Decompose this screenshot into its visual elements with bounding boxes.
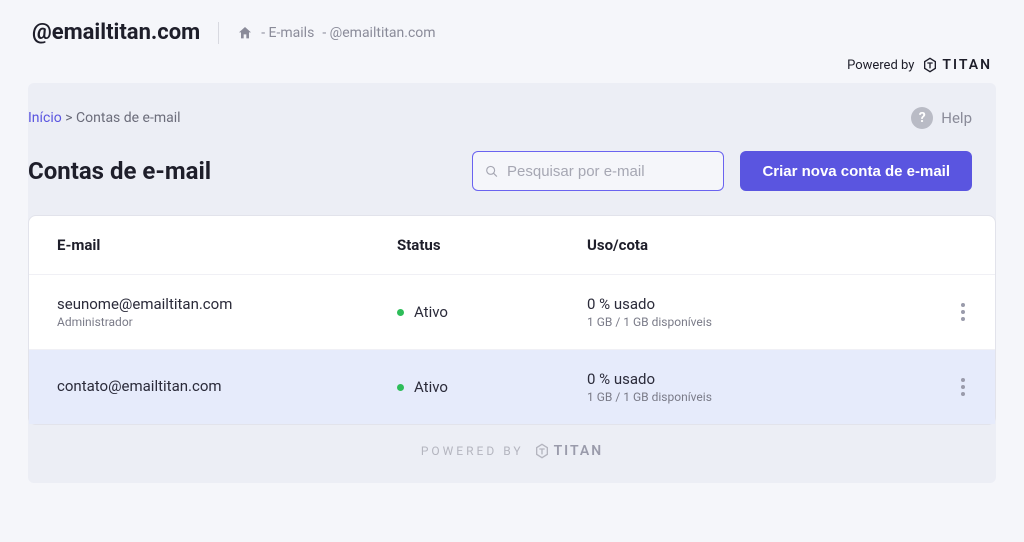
- search-input[interactable]: [507, 163, 711, 180]
- top-crumb-1: - E-mails: [261, 25, 314, 41]
- row-menu-button[interactable]: [955, 372, 967, 402]
- usage-sub: 1 GB / 1 GB disponíveis: [587, 390, 907, 404]
- create-account-button[interactable]: Criar nova conta de e-mail: [740, 151, 972, 191]
- domain-title: @emailtitan.com: [32, 20, 200, 45]
- powered-by-label: Powered by: [847, 58, 914, 73]
- help-icon: ?: [911, 107, 933, 129]
- breadcrumb-sep: >: [65, 110, 72, 126]
- usage-cell: 0 % usado 1 GB / 1 GB disponíveis: [587, 370, 907, 404]
- top-bar: @emailtitan.com - E-mails - @emailtitan.…: [0, 0, 1024, 53]
- help-label: Help: [941, 109, 972, 127]
- titan-brand-text: TITAN: [942, 57, 992, 73]
- status-dot-icon: [397, 309, 404, 316]
- powered-by-row: Powered by TITAN: [0, 53, 1024, 83]
- actions-cell: [907, 372, 967, 402]
- search-icon: [485, 164, 499, 179]
- breadcrumb-start-link[interactable]: Início: [28, 110, 62, 126]
- usage-sub: 1 GB / 1 GB disponíveis: [587, 315, 907, 329]
- status-cell: Ativo: [397, 303, 587, 321]
- home-icon: [237, 25, 253, 41]
- status-text: Ativo: [414, 303, 448, 321]
- status-cell: Ativo: [397, 378, 587, 396]
- breadcrumb-current: Contas de e-mail: [76, 110, 181, 126]
- search-box[interactable]: [472, 151, 724, 191]
- accounts-table: E-mail Status Uso/cota seunome@emailtita…: [28, 215, 996, 425]
- email-cell: seunome@emailtitan.com Administrador: [57, 295, 397, 329]
- titan-logo: TITAN: [922, 57, 992, 73]
- table-row[interactable]: seunome@emailtitan.com Administrador Ati…: [29, 275, 995, 350]
- divider: [218, 22, 219, 44]
- table-row[interactable]: contato@emailtitan.com Ativo 0 % usado 1…: [29, 350, 995, 424]
- title-row: Contas de e-mail Criar nova conta de e-m…: [28, 137, 996, 215]
- usage-main: 0 % usado: [587, 295, 907, 313]
- status-text: Ativo: [414, 378, 448, 396]
- email-address: contato@emailtitan.com: [57, 377, 397, 395]
- titan-mark-icon: [534, 443, 550, 459]
- help-button[interactable]: ? Help: [911, 107, 972, 129]
- actions-cell: [907, 297, 967, 327]
- table-header: E-mail Status Uso/cota: [29, 216, 995, 275]
- email-cell: contato@emailtitan.com: [57, 377, 397, 397]
- footer-titan-logo: TITAN: [534, 443, 604, 459]
- footer-powered-by: POWERED BY: [421, 444, 524, 458]
- panel-head: Início > Contas de e-mail ? Help: [28, 107, 996, 137]
- usage-main: 0 % usado: [587, 370, 907, 388]
- row-menu-button[interactable]: [955, 297, 967, 327]
- top-crumb-2: - @emailtitan.com: [322, 25, 435, 41]
- footer-brand-text: TITAN: [554, 443, 604, 459]
- col-status: Status: [397, 236, 587, 254]
- email-address: seunome@emailtitan.com: [57, 295, 397, 313]
- col-usage: Uso/cota: [587, 236, 907, 254]
- main-panel: Início > Contas de e-mail ? Help Contas …: [28, 83, 996, 483]
- email-role: Administrador: [57, 315, 397, 329]
- titan-mark-icon: [922, 57, 938, 73]
- page-title: Contas de e-mail: [28, 157, 456, 185]
- usage-cell: 0 % usado 1 GB / 1 GB disponíveis: [587, 295, 907, 329]
- status-dot-icon: [397, 384, 404, 391]
- footer: POWERED BY TITAN: [28, 425, 996, 459]
- col-email: E-mail: [57, 236, 397, 254]
- top-crumbs: - E-mails - @emailtitan.com: [237, 25, 435, 41]
- breadcrumb: Início > Contas de e-mail: [28, 110, 181, 126]
